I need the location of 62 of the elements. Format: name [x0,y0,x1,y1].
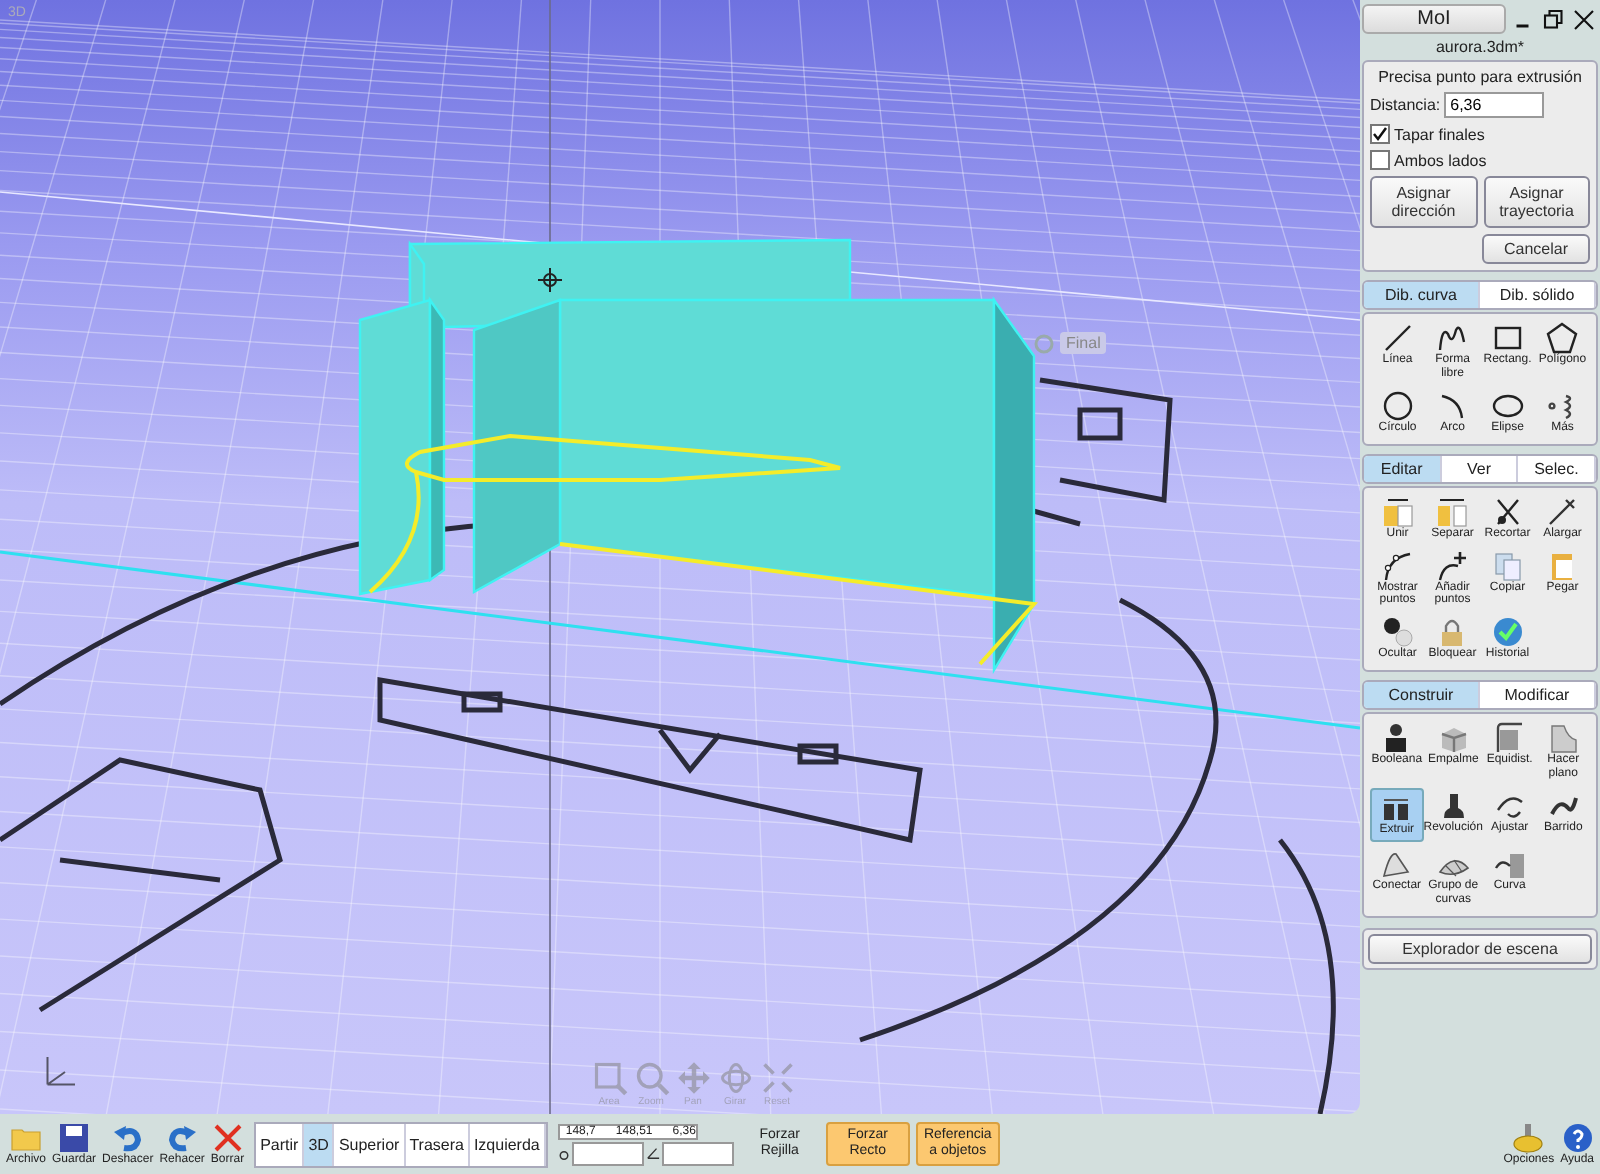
checkbox-label: Tapar finales [1394,125,1485,143]
panel-tab[interactable]: Modificar [1480,682,1596,709]
view-tab[interactable]: Izquierda [469,1123,546,1165]
checkbox[interactable] [1370,150,1390,170]
curve-plus-icon [1436,549,1469,582]
cross-icon [211,1121,244,1154]
loft-surface-icon [1380,847,1413,880]
command-prompt: Precisa punto para extrusión [1376,68,1584,86]
command-button[interactable]: Asignar trayectoria [1483,176,1590,228]
pentagon-icon [1546,322,1579,354]
panel-tab[interactable]: Editar [1364,455,1442,482]
spheres-icon [1381,616,1414,649]
view-tab[interactable]: 3D [304,1123,335,1165]
distance-label: Distancia: [1370,96,1441,114]
panel-tab[interactable]: Ver [1441,455,1519,482]
area-zoom-icon [591,1060,627,1096]
offset-shape-icon [1493,722,1526,755]
distance-symbol-icon [557,1147,570,1159]
magnifier-icon [633,1060,669,1096]
scene-explorer-button[interactable]: Explorador de escena [1368,933,1592,964]
angle-symbol-icon [645,1146,660,1160]
close-icon[interactable] [1572,7,1596,31]
panel-tab[interactable]: Dib. sólido [1480,282,1596,308]
split-blocks-icon [1436,495,1469,528]
view-tab[interactable]: Trasera [405,1123,470,1165]
ellipse-icon [1491,389,1524,422]
squiggle-icon [1436,322,1469,354]
planar-surface-icon [1547,722,1580,755]
copy-pages-icon [1491,549,1524,582]
rectangle-icon [1491,322,1524,354]
checkmark-icon [1372,126,1388,142]
command-button[interactable]: Asignar dirección [1370,176,1477,228]
cancel-button[interactable]: Cancelar [1482,234,1590,264]
checkbox-label: Ambos lados [1394,151,1487,169]
help-icon [1561,1121,1594,1154]
undo-arrow-icon [111,1121,144,1154]
point-label: Final [1060,332,1107,354]
join-blocks-icon [1381,495,1414,528]
filleted-cube-icon [1437,722,1470,755]
restore-icon[interactable] [1542,7,1566,31]
panel-tab[interactable]: Dib. curva [1364,282,1480,308]
rotate-orbit-icon [717,1060,753,1096]
circle-icon [1381,389,1414,422]
arc-icon [1436,389,1469,422]
angle-input-field[interactable] [661,1141,734,1165]
point-marker-icon [1034,334,1054,354]
view-tab[interactable]: Superior [334,1123,406,1165]
extend-line-icon [1546,495,1579,528]
expand-arrows-icon [759,1060,795,1096]
redo-arrow-icon [166,1121,199,1154]
scissors-icon [1491,495,1524,528]
distance-field[interactable]: 6,36 [1444,92,1545,118]
cursor-crosshair-icon [537,267,563,293]
curve-points-icon [1381,549,1414,582]
move-arrows-icon [675,1060,711,1096]
line-icon [1381,322,1414,354]
panel-tab[interactable]: Construir [1364,682,1480,709]
app-title: MoI [1362,4,1506,34]
distance-input-field[interactable] [571,1141,644,1165]
checkbox[interactable] [1370,124,1390,144]
panel-tab[interactable]: Selec. [1518,455,1596,482]
file-name: aurora.3dm* [1433,38,1527,56]
